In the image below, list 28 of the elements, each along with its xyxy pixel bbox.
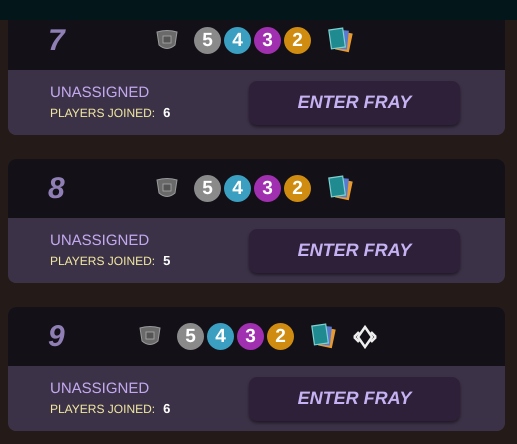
status-text: UNASSIGNED bbox=[50, 230, 150, 251]
players-count: 6 bbox=[163, 400, 170, 418]
rank-badge: 2 bbox=[267, 323, 294, 350]
rank-badge: 3 bbox=[254, 27, 281, 54]
rank-badge: 4 bbox=[207, 323, 234, 350]
status-text: UNASSIGNED bbox=[50, 378, 150, 399]
enter-fray-button[interactable]: ENTER FRAY bbox=[249, 228, 460, 272]
brawl-number: 7 bbox=[47, 23, 67, 59]
rank-badge: 4 bbox=[224, 175, 251, 202]
players-label: PLAYERS JOINED: bbox=[50, 252, 156, 270]
rank-badge: 4 bbox=[224, 27, 251, 54]
enter-fray-button[interactable]: ENTER FRAY bbox=[249, 80, 460, 124]
players-count: 6 bbox=[163, 104, 170, 122]
rank-badge: 2 bbox=[284, 175, 311, 202]
brawl-number: 8 bbox=[47, 171, 66, 207]
rank-badge: 5 bbox=[194, 27, 221, 54]
diamond-icon bbox=[352, 324, 378, 350]
rank-badge: 3 bbox=[237, 323, 264, 350]
rank-badge: 3 bbox=[254, 175, 281, 202]
enter-fray-button[interactable]: ENTER FRAY bbox=[249, 376, 460, 420]
players-count: 5 bbox=[163, 252, 170, 270]
rank-badge: 5 bbox=[177, 323, 204, 350]
status-text: UNASSIGNED bbox=[50, 82, 150, 103]
rank-badge: 2 bbox=[284, 27, 311, 54]
players-label: PLAYERS JOINED: bbox=[50, 400, 156, 418]
rank-badge: 5 bbox=[194, 175, 221, 202]
brawl-number: 9 bbox=[47, 319, 66, 355]
players-label: PLAYERS JOINED: bbox=[50, 104, 156, 122]
